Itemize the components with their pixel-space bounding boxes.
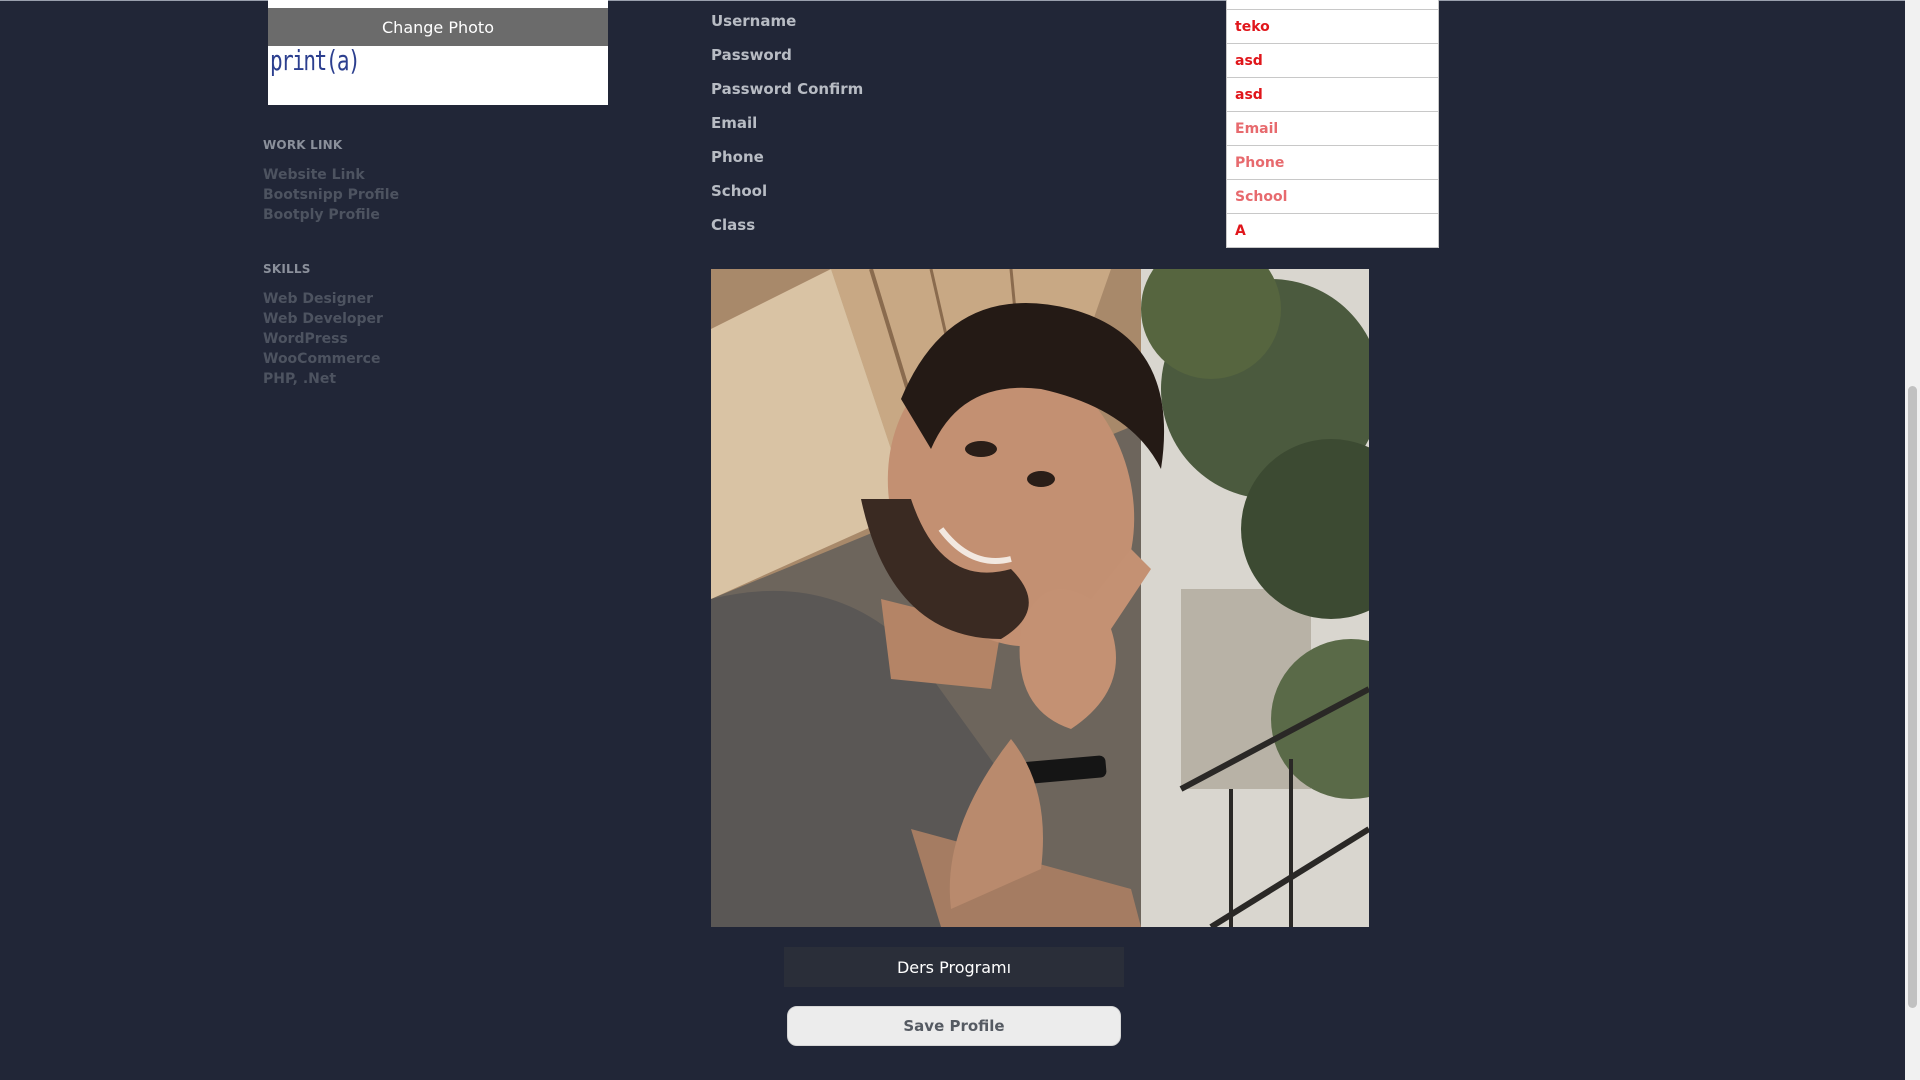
- profile-page: Change Photo print(a) WORK LINK Website …: [0, 0, 1920, 1080]
- save-profile-button[interactable]: Save Profile: [787, 1006, 1121, 1046]
- email-field[interactable]: [1226, 112, 1439, 146]
- password-label: Password: [711, 46, 792, 64]
- password-confirm-label: Password Confirm: [711, 80, 864, 98]
- skills-heading: SKILLS: [263, 262, 311, 276]
- schedule-upload-button[interactable]: Ders Programı: [784, 947, 1124, 987]
- class-label: Class: [711, 216, 756, 234]
- school-label: School: [711, 182, 768, 200]
- password-field[interactable]: [1226, 44, 1439, 78]
- form-labels: Username Password Password Confirm Email…: [711, 9, 863, 247]
- phone-label: Phone: [711, 148, 764, 166]
- username-field[interactable]: [1226, 10, 1439, 44]
- skill-item: PHP, .Net: [263, 371, 337, 387]
- skills-list: Web Designer Web Developer WordPress Woo…: [263, 289, 383, 389]
- work-link-list: Website Link Bootsnipp Profile Bootply P…: [263, 165, 399, 225]
- school-field[interactable]: [1226, 180, 1439, 214]
- skill-item: WordPress: [263, 331, 348, 347]
- scrollbar-thumb[interactable]: [1908, 386, 1917, 1008]
- work-link-bootsnipp[interactable]: Bootsnipp Profile: [263, 185, 399, 205]
- skill-item: Web Designer: [263, 291, 373, 307]
- password-confirm-field[interactable]: [1226, 78, 1439, 112]
- change-photo-button[interactable]: Change Photo: [268, 8, 608, 46]
- work-link-bootply[interactable]: Bootply Profile: [263, 205, 399, 225]
- avatar-preview-text: print(a): [270, 44, 361, 77]
- skill-item: WooCommerce: [263, 351, 381, 367]
- username-label: Username: [711, 12, 797, 30]
- form-inputs: [1226, 0, 1439, 248]
- skill-item: Web Developer: [263, 311, 383, 327]
- class-field[interactable]: [1226, 214, 1439, 248]
- email-label: Email: [711, 114, 758, 132]
- profile-photo: [711, 269, 1369, 927]
- work-link-heading: WORK LINK: [263, 138, 343, 152]
- phone-field[interactable]: [1226, 146, 1439, 180]
- previous-field-edge: [1226, 0, 1439, 10]
- work-link-website[interactable]: Website Link: [263, 165, 399, 185]
